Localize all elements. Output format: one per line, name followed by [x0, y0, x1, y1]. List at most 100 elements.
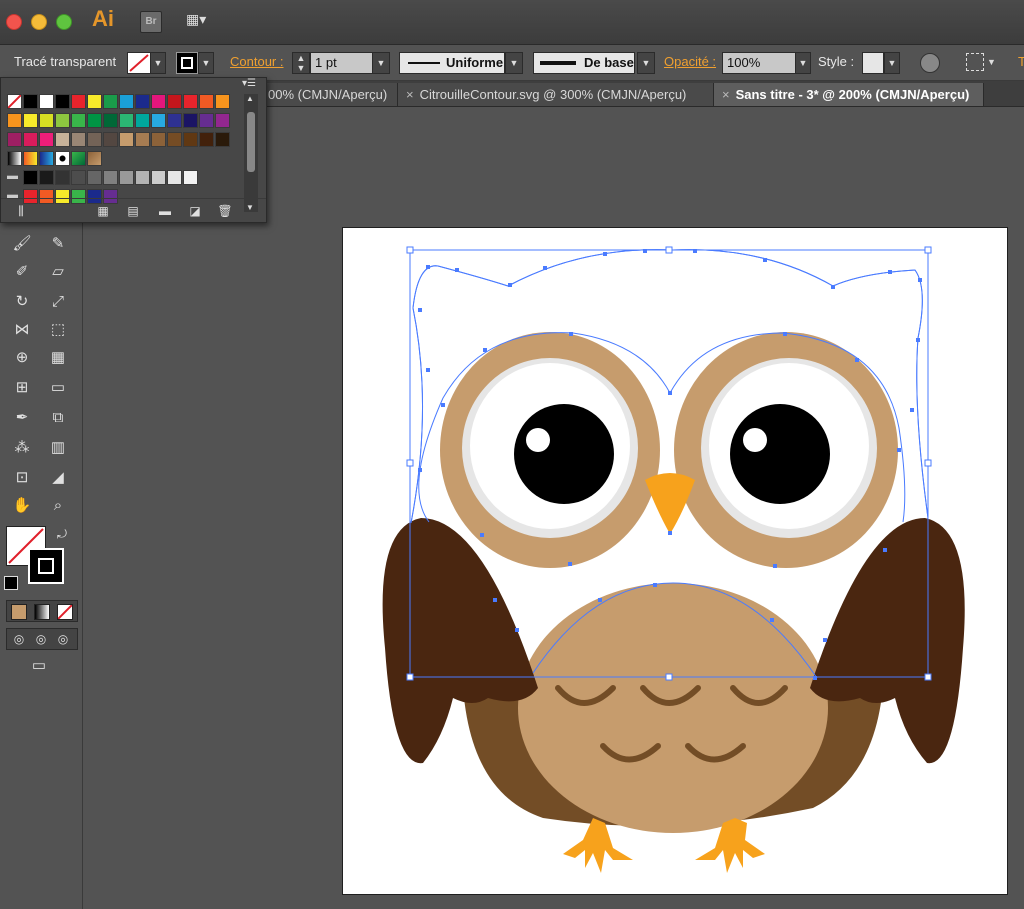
swatch-color[interactable] [135, 113, 150, 128]
belly[interactable] [518, 583, 828, 833]
gradient-mode-button[interactable] [34, 604, 50, 620]
swatch-color[interactable] [151, 170, 166, 185]
swatch-color[interactable] [39, 170, 54, 185]
width-tool-icon[interactable]: ⋈ [8, 318, 36, 342]
swatch-scrollbar[interactable]: ▲ ▼ [244, 94, 258, 212]
draw-normal-icon[interactable]: ◎ [9, 627, 29, 651]
swatch-color[interactable] [199, 132, 214, 147]
swatch-color[interactable] [39, 113, 54, 128]
swatch-color[interactable] [135, 94, 150, 109]
screen-mode-icon[interactable]: ▭ [24, 654, 54, 678]
pencil-tool-icon[interactable]: ✎ [44, 232, 72, 256]
swatch-color[interactable] [215, 113, 230, 128]
shape-builder-tool-icon[interactable]: ⊕ [8, 346, 36, 370]
blend-tool-icon[interactable]: ⧉ [44, 406, 72, 430]
color-group-folder-icon[interactable]: ▬ [7, 170, 22, 185]
bridge-button[interactable]: Br [140, 11, 162, 33]
tab-document-3[interactable]: × Sans titre - 3* @ 200% (CMJN/Aperçu) [714, 83, 984, 106]
left-foot[interactable] [563, 818, 633, 873]
swatch-grad-orange[interactable] [23, 151, 38, 166]
swatch-color[interactable] [215, 132, 230, 147]
stroke-weight-stepper[interactable]: ▲ ▼ [292, 52, 310, 74]
draw-behind-icon[interactable]: ◎ [31, 627, 51, 651]
draw-inside-icon[interactable]: ◎ [53, 627, 73, 651]
swatch-color[interactable] [167, 113, 182, 128]
swatch-color[interactable] [215, 94, 230, 109]
swatch-none[interactable] [7, 94, 22, 109]
swatch-color[interactable] [103, 132, 118, 147]
stroke-weight-input[interactable]: 1 pt [310, 52, 376, 74]
brush-dropdown[interactable]: ▼ [637, 52, 655, 74]
swatch-color[interactable] [23, 113, 38, 128]
swatch-color[interactable] [183, 94, 198, 109]
hand-tool-icon[interactable]: ✋ [8, 494, 36, 518]
swatch-color[interactable] [71, 132, 86, 147]
swatch-color[interactable] [199, 94, 214, 109]
profile-dropdown[interactable]: ▼ [505, 52, 523, 74]
stroke-panel-link[interactable]: Contour : [230, 51, 283, 73]
new-swatch-icon[interactable]: ◪ [181, 199, 209, 223]
free-transform-tool-icon[interactable]: ⬚ [44, 318, 72, 342]
swatch-color[interactable] [55, 113, 70, 128]
panel-menu-icon[interactable]: ▾☰ [242, 78, 262, 92]
swatch-color[interactable] [151, 113, 166, 128]
column-graph-tool-icon[interactable]: ▥ [44, 436, 72, 460]
swatch-color[interactable] [183, 170, 198, 185]
graphic-style-dropdown[interactable]: ▼ [884, 52, 900, 74]
swatch-color[interactable] [151, 94, 166, 109]
mesh-tool-icon[interactable]: ⊞ [8, 376, 36, 400]
scroll-up-icon[interactable]: ▲ [246, 94, 254, 103]
color-mode-button[interactable] [11, 604, 27, 620]
fill-swatch[interactable] [127, 52, 151, 74]
align-options-icon[interactable] [966, 53, 984, 71]
none-mode-button[interactable] [57, 604, 73, 620]
swatch-color[interactable] [7, 113, 22, 128]
close-window-button[interactable] [6, 14, 22, 30]
eraser-tool-icon[interactable]: ▱ [44, 260, 72, 284]
swatch-color[interactable] [71, 94, 86, 109]
swatch-color[interactable] [55, 132, 70, 147]
swatch-color[interactable] [87, 113, 102, 128]
swatch-color[interactable] [119, 170, 134, 185]
swatch-color[interactable] [199, 113, 214, 128]
scale-tool-icon[interactable]: ⤢ [44, 290, 72, 314]
arrange-documents-button[interactable]: ▦▾ [186, 11, 220, 31]
swatch-color[interactable] [119, 94, 134, 109]
swatch-libraries-icon[interactable]: ⫼ [7, 199, 35, 223]
scroll-thumb[interactable] [247, 112, 255, 172]
artboard-tool-icon[interactable]: ⊡ [8, 466, 36, 490]
swatch-color[interactable] [23, 94, 38, 109]
eyedropper-tool-icon[interactable]: ✒ [8, 406, 36, 430]
swatch-color[interactable] [87, 94, 102, 109]
swatch-color[interactable] [167, 94, 182, 109]
fill-dropdown[interactable]: ▼ [150, 52, 166, 74]
show-swatch-kinds-icon[interactable]: ▦ [89, 199, 117, 223]
opacity-dropdown[interactable]: ▼ [795, 52, 811, 74]
swatch-color[interactable] [135, 170, 150, 185]
swatch-color[interactable] [103, 94, 118, 109]
swatch-color[interactable] [55, 170, 70, 185]
zoom-window-button[interactable] [56, 14, 72, 30]
paintbrush-tool-icon[interactable]: 🖌 [8, 232, 36, 256]
opacity-panel-link[interactable]: Opacité : [664, 51, 716, 73]
swatch-color[interactable] [103, 113, 118, 128]
blob-brush-tool-icon[interactable]: ✐ [8, 260, 36, 284]
slice-tool-icon[interactable]: ◢ [44, 466, 72, 490]
swatch-color[interactable] [183, 113, 198, 128]
delete-swatch-icon[interactable]: 🗑 [211, 199, 239, 223]
swatch-color[interactable] [7, 132, 22, 147]
brush-definition[interactable]: De base [533, 52, 635, 74]
swatch-pattern-wood[interactable] [87, 151, 102, 166]
swatch-color[interactable] [119, 132, 134, 147]
new-color-group-icon[interactable]: ▬ [151, 199, 179, 223]
tab-document-2[interactable]: × CitrouilleContour.svg @ 300% (CMJN/Aper… [398, 83, 714, 106]
graphic-style-swatch[interactable] [862, 52, 884, 74]
perspective-grid-tool-icon[interactable]: ▦ [44, 346, 72, 370]
symbol-sprayer-tool-icon[interactable]: ⁂ [8, 436, 36, 460]
swatch-color[interactable] [23, 132, 38, 147]
swatch-grad-blue[interactable] [39, 151, 54, 166]
swatch-color[interactable] [87, 132, 102, 147]
recolor-artwork-icon[interactable] [920, 53, 940, 73]
swatch-color[interactable] [39, 132, 54, 147]
default-colors-icon[interactable] [4, 576, 18, 590]
